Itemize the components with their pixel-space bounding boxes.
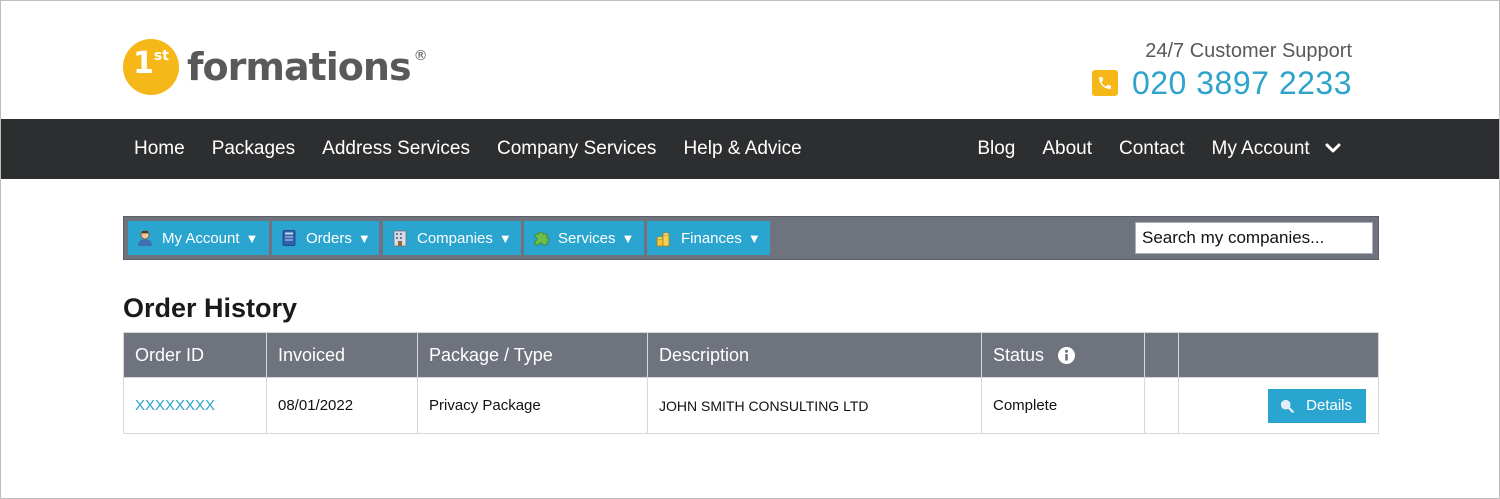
- dropdown-arrow-icon: ▼: [621, 230, 635, 246]
- toolbar-services-label: Services: [558, 229, 616, 247]
- nav-address-services[interactable]: Address Services: [322, 138, 470, 160]
- details-button[interactable]: Details: [1268, 388, 1366, 423]
- toolbar-my-account-label: My Account: [162, 229, 240, 247]
- main-nav-right: Blog About Contact My Account: [950, 119, 1341, 179]
- logo-wordmark: formations ®: [187, 39, 428, 95]
- nav-blog[interactable]: Blog: [977, 138, 1015, 160]
- search-companies-input[interactable]: [1135, 222, 1373, 254]
- logo-registered-mark: ®: [413, 48, 428, 64]
- support-label: 24/7 Customer Support: [1145, 40, 1352, 62]
- coins-icon: [656, 232, 670, 247]
- nav-my-account-label: My Account: [1211, 138, 1310, 159]
- column-header-package-type: Package / Type: [417, 332, 648, 378]
- logo-word: formations: [187, 45, 412, 89]
- column-header-order-id: Order ID: [123, 332, 267, 378]
- order-history-table: Order ID Invoiced Package / Type Descrip…: [123, 332, 1379, 434]
- column-header-actions: [1178, 332, 1379, 378]
- toolbar-finances-button[interactable]: Finances ▼: [647, 221, 770, 255]
- dropdown-arrow-icon: ▼: [245, 230, 259, 246]
- page-frame: 1 st formations ® 24/7 Customer Support …: [0, 0, 1500, 499]
- order-id-link[interactable]: XXXXXXXX: [135, 397, 215, 414]
- toolbar-companies-button[interactable]: Companies ▼: [383, 221, 521, 255]
- book-icon: [282, 230, 296, 246]
- main-navigation: Home Packages Address Services Company S…: [1, 119, 1499, 179]
- cell-status: Complete: [981, 377, 1145, 434]
- customer-support: 24/7 Customer Support 020 3897 2233: [1091, 39, 1352, 101]
- chevron-down-icon: [1325, 143, 1341, 153]
- dropdown-arrow-icon: ▼: [357, 230, 371, 246]
- toolbar-companies-label: Companies: [417, 229, 493, 247]
- nav-my-account[interactable]: My Account: [1212, 138, 1342, 160]
- account-toolbar: My Account ▼ Orders ▼ Companies ▼ Servic…: [123, 216, 1379, 260]
- column-header-status-label: Status: [993, 344, 1045, 365]
- logo-superscript: st: [153, 48, 169, 64]
- cell-description: JOHN SMITH CONSULTING LTD: [647, 377, 982, 434]
- toolbar-my-account-button[interactable]: My Account ▼: [128, 221, 269, 255]
- cell-actions: Details: [1178, 377, 1379, 434]
- dropdown-arrow-icon: ▼: [498, 230, 512, 246]
- cell-order-id: XXXXXXXX: [123, 377, 267, 434]
- column-header-description: Description: [647, 332, 982, 378]
- logo-badge: 1 st: [123, 39, 179, 95]
- brand-logo[interactable]: 1 st formations ®: [123, 39, 428, 95]
- nav-about[interactable]: About: [1042, 138, 1092, 160]
- page-title: Order History: [123, 293, 298, 323]
- dropdown-arrow-icon: ▼: [747, 230, 761, 246]
- main-nav-left: Home Packages Address Services Company S…: [134, 119, 829, 179]
- site-header: 1 st formations ® 24/7 Customer Support …: [1, 1, 1499, 119]
- support-phone-number[interactable]: 020 3897 2233: [1132, 65, 1352, 101]
- details-button-label: Details: [1306, 397, 1352, 414]
- column-header-blank: [1144, 332, 1179, 378]
- phone-icon: [1091, 70, 1118, 96]
- nav-help-advice[interactable]: Help & Advice: [683, 138, 801, 160]
- puzzle-icon: [534, 231, 550, 246]
- building-icon: [393, 230, 407, 247]
- nav-contact[interactable]: Contact: [1119, 138, 1184, 160]
- magnifier-icon: [1281, 399, 1294, 413]
- toolbar-orders-button[interactable]: Orders ▼: [272, 221, 379, 255]
- phone-row[interactable]: 020 3897 2233: [1091, 65, 1352, 101]
- column-header-invoiced: Invoiced: [266, 332, 418, 378]
- column-header-status: Status: [981, 332, 1145, 378]
- table-header-row: Order ID Invoiced Package / Type Descrip…: [123, 332, 1379, 378]
- nav-company-services[interactable]: Company Services: [497, 138, 656, 160]
- toolbar-finances-label: Finances: [681, 229, 742, 247]
- cell-blank: [1144, 377, 1179, 434]
- toolbar-services-button[interactable]: Services ▼: [524, 221, 644, 255]
- cell-package: Privacy Package: [417, 377, 648, 434]
- toolbar-orders-label: Orders: [306, 229, 352, 247]
- nav-home[interactable]: Home: [134, 138, 185, 160]
- nav-packages[interactable]: Packages: [212, 138, 295, 160]
- logo-number: 1: [133, 46, 154, 81]
- info-icon[interactable]: [1057, 346, 1076, 365]
- cell-invoiced: 08/01/2022: [266, 377, 418, 434]
- table-row: XXXXXXXX 08/01/2022 Privacy Package JOHN…: [123, 377, 1379, 434]
- user-icon: [138, 230, 152, 246]
